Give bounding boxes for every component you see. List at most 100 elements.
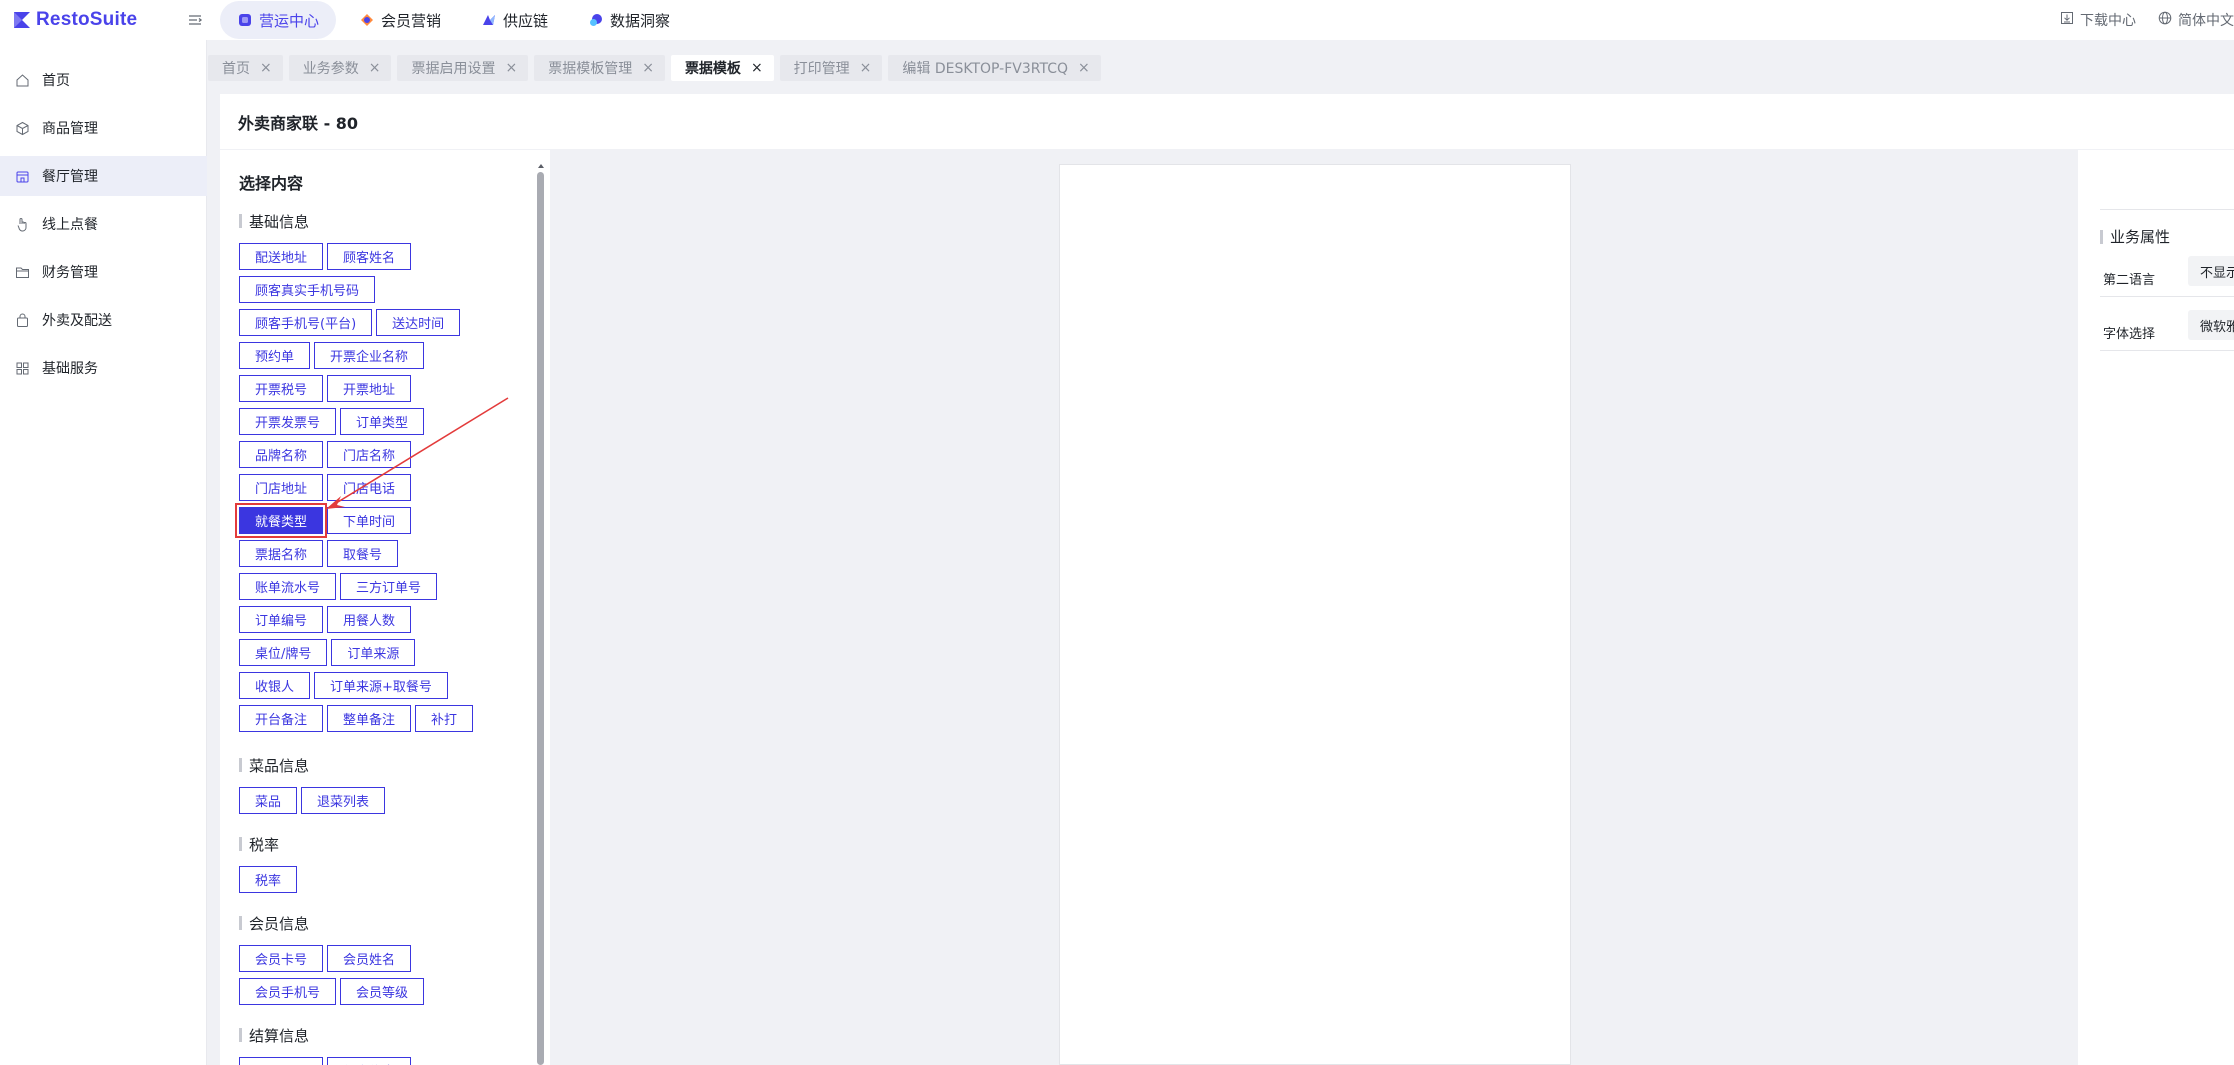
field-button[interactable]: 开票企业名称 <box>314 342 425 369</box>
field-button[interactable]: 开台备注 <box>239 705 324 732</box>
field-button[interactable]: 顾客真实手机号码 <box>239 276 376 303</box>
tab-2[interactable]: 票据启用设置 × <box>397 55 529 81</box>
field-button[interactable]: 下单时间 <box>327 507 412 534</box>
field-button[interactable]: 送达时间 <box>376 309 461 336</box>
field-button[interactable]: 顾客手机号(平台) <box>239 309 373 336</box>
field-button[interactable]: 菜品 <box>239 787 298 814</box>
grid-icon <box>15 361 30 376</box>
field-button[interactable]: 品牌名称 <box>239 441 324 468</box>
field-button[interactable]: 开票发票号 <box>239 408 337 435</box>
content-section-0: 基础信息 配送地址 顾客姓名 顾客真实手机号码 顾客手机号(平台) 送达时间 预约单 开票企业… <box>234 210 474 732</box>
field-button[interactable]: 收银人 <box>239 672 311 699</box>
tab-5[interactable]: 打印管理 × <box>779 55 883 81</box>
download-center-link[interactable]: 下载中心 <box>2060 10 2136 30</box>
field-button[interactable]: 开票税号 <box>239 375 324 402</box>
menu-collapse-icon[interactable] <box>187 12 203 28</box>
section-marker <box>239 758 242 772</box>
field-button[interactable]: 顾客姓名 <box>327 243 412 270</box>
section-marker <box>239 214 242 228</box>
field-button[interactable]: 三方订单号 <box>340 573 438 600</box>
field-button[interactable]: 预约单 <box>239 342 311 369</box>
button-row: 菜品 退菜列表 <box>239 787 386 814</box>
home-icon <box>15 73 30 88</box>
close-icon[interactable]: × <box>642 60 654 76</box>
topnav-item-2[interactable]: 供应链 <box>464 1 565 39</box>
close-icon[interactable]: × <box>860 60 872 76</box>
field-button[interactable]: 税率 <box>239 866 298 893</box>
field-button[interactable]: 桌位/牌号 <box>239 639 328 666</box>
close-icon[interactable]: × <box>751 60 763 76</box>
sidebar-item-label: 商品管理 <box>42 121 98 137</box>
language-switch[interactable]: 简体中文 <box>2158 10 2234 30</box>
field-button[interactable]: 补打 <box>415 705 474 732</box>
field-button[interactable]: 账单流水号 <box>239 573 337 600</box>
tab-4[interactable]: 票据模板 × <box>670 55 774 81</box>
field-button[interactable]: 订单类型 <box>340 408 425 435</box>
field-button[interactable]: 整单备注 <box>327 705 412 732</box>
brand-logo[interactable]: RestoSuite <box>13 9 137 31</box>
sidebar-item-5[interactable]: 外卖及配送 <box>0 300 207 340</box>
sidebar-item-4[interactable]: 财务管理 <box>0 252 207 292</box>
field-button[interactable]: 配送地址 <box>239 243 324 270</box>
field-button[interactable]: 开票地址 <box>327 375 412 402</box>
field-button[interactable]: 用餐人数 <box>327 606 412 633</box>
button-row: 桌位/牌号 订单来源 <box>239 639 473 666</box>
font-select[interactable]: 微软雅黑 <box>2188 310 2234 340</box>
field-button[interactable]: 退菜列表 <box>301 787 386 814</box>
field-button[interactable]: 优惠信息 <box>327 1057 412 1065</box>
section-title: 菜品信息 <box>249 756 310 775</box>
tab-0[interactable]: 首页 × <box>208 55 283 81</box>
field-button[interactable]: 会员姓名 <box>327 945 412 972</box>
field-button[interactable]: 会员等级 <box>340 978 425 1005</box>
close-icon[interactable]: × <box>1078 60 1090 76</box>
panel-title: 选择内容 <box>239 174 304 193</box>
section-title: 会员信息 <box>249 914 310 933</box>
page-title: 外卖商家联 - 80 <box>238 113 359 133</box>
field-button[interactable]: 票据名称 <box>239 540 324 567</box>
field-button[interactable]: 会员手机号 <box>239 978 337 1005</box>
field-button[interactable]: 订单来源 <box>331 639 416 666</box>
scroll-up-arrow-icon[interactable] <box>537 155 545 168</box>
topnav-item-0[interactable]: 营运中心 <box>220 1 337 39</box>
top-right-tools: 下载中心 简体中文 <box>2060 0 2234 40</box>
page-tabs: 首页 × 业务参数 × 票据启用设置 × 票据模板管理 × 票据模板 × 打印管理 × 编辑 DESKT… <box>208 50 1107 86</box>
globe-icon <box>2158 11 2172 29</box>
content-section-2: 税率 税率 <box>239 833 298 893</box>
field-button[interactable]: 订单编号 <box>239 606 324 633</box>
field-button[interactable]: 门店地址 <box>239 474 324 501</box>
section-marker <box>239 837 242 851</box>
button-row: 顾客手机号(平台) 送达时间 <box>239 309 473 336</box>
sidebar-item-2[interactable]: 餐厅管理 <box>0 156 207 196</box>
close-icon[interactable]: × <box>369 60 381 76</box>
tab-6[interactable]: 编辑 DESKTOP-FV3RTCQ × <box>888 55 1101 81</box>
sidebar-item-0[interactable]: 首页 <box>0 60 207 100</box>
button-row: 税率 <box>239 866 298 893</box>
topnav-item-3[interactable]: 数据洞察 <box>571 1 687 39</box>
sidebar-item-6[interactable]: 基础服务 <box>0 348 207 388</box>
field-button[interactable]: 取餐号 <box>327 540 399 567</box>
sidebar-item-label: 外卖及配送 <box>42 313 112 329</box>
tab-3[interactable]: 票据模板管理 × <box>534 55 665 81</box>
field-button[interactable]: 门店电话 <box>327 474 412 501</box>
field-button[interactable]: 会员卡号 <box>239 945 324 972</box>
field-button[interactable]: 门店名称 <box>327 441 412 468</box>
button-row: 配送地址 顾客姓名 <box>239 243 473 270</box>
button-row: 就餐类型 下单时间 <box>234 503 473 538</box>
button-row: 品牌名称 门店名称 <box>239 441 473 468</box>
sidebar-item-3[interactable]: 线上点餐 <box>0 204 207 244</box>
second-language-select[interactable]: 不显示 <box>2188 256 2234 286</box>
topnav-item-1[interactable]: 会员营销 <box>342 1 458 39</box>
field-button[interactable]: 就餐类型 <box>234 503 328 538</box>
sidebar-item-1[interactable]: 商品管理 <box>0 108 207 148</box>
sidebar-item-label: 线上点餐 <box>42 217 98 233</box>
tab-1[interactable]: 业务参数 × <box>288 55 392 81</box>
download-center-label: 下载中心 <box>2080 13 2136 29</box>
panel-scrollbar[interactable] <box>537 172 544 1065</box>
field-button[interactable]: 订单合计 <box>239 1057 324 1065</box>
tab-label: 票据模板 <box>684 61 741 77</box>
close-icon[interactable]: × <box>260 60 272 76</box>
close-icon[interactable]: × <box>505 60 517 76</box>
field-button[interactable]: 订单来源+取餐号 <box>314 672 448 699</box>
supply-chain-icon <box>481 12 497 28</box>
receipt-preview-paper[interactable] <box>1059 164 1571 1065</box>
